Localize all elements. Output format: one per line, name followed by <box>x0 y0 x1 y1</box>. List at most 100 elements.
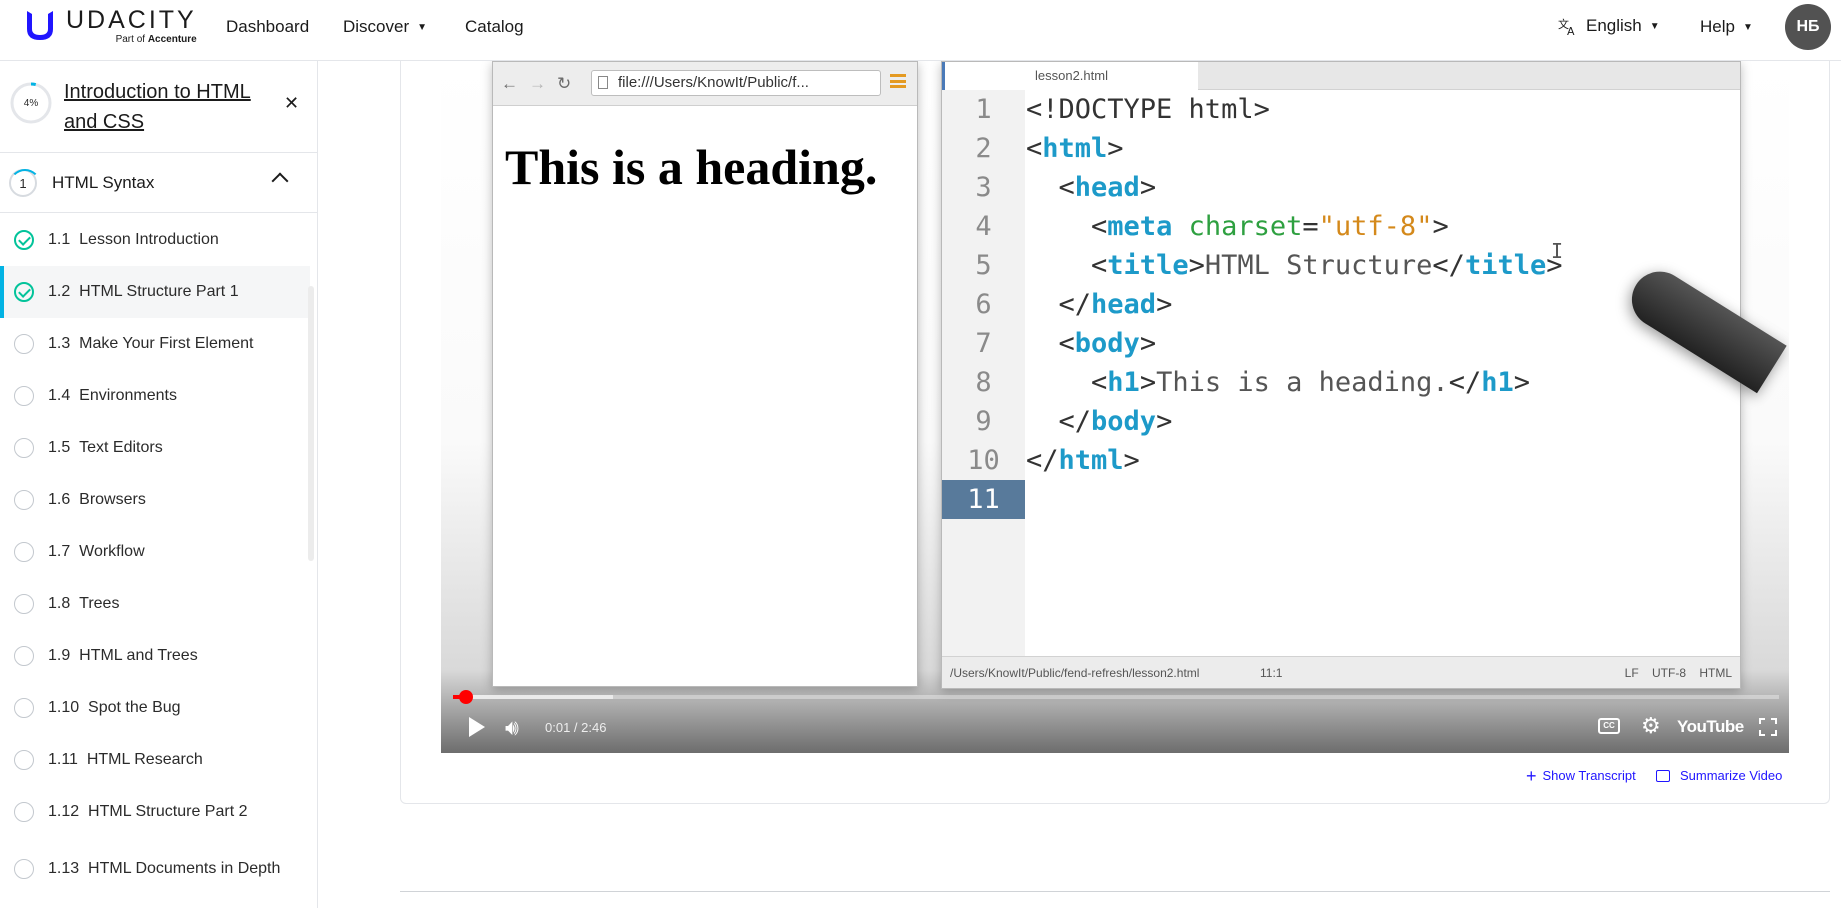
check-circle-icon <box>14 230 34 250</box>
volume-icon[interactable]: 🔊︎ <box>505 715 519 741</box>
gear-icon[interactable]: ⚙ <box>1641 713 1661 739</box>
video-player[interactable]: ← → ↻ file:///Users/KnowIt/Public/f... T… <box>441 61 1789 753</box>
course-title-link[interactable]: Introduction to HTML and CSS <box>64 77 284 137</box>
empty-circle-icon <box>14 698 34 718</box>
concept-label: 1.4 Environments <box>48 387 177 404</box>
concept-number: 1.11 <box>48 751 78 768</box>
sidebar-concept-item[interactable]: 1.3 Make Your First Element <box>0 318 310 370</box>
language-selector[interactable]: 文 A English ▼ <box>1558 16 1660 36</box>
code-line: 2 <html> <box>975 133 1124 164</box>
document-icon <box>598 76 608 89</box>
chevron-up-icon[interactable] <box>271 172 289 190</box>
concept-number: 1.2 <box>48 283 71 300</box>
show-transcript-button[interactable]: + Show Transcript <box>1526 765 1636 786</box>
empty-circle-icon <box>14 802 34 822</box>
concept-label: 1.9 HTML and Trees <box>48 647 198 664</box>
code-line: 7 <body> <box>975 328 1157 359</box>
concept-label: 1.8 Trees <box>48 595 120 612</box>
concept-number: 1.7 <box>48 543 71 560</box>
reload-icon: ↻ <box>557 74 572 93</box>
concept-number: 1.3 <box>48 335 71 352</box>
user-avatar[interactable]: НБ <box>1785 4 1831 50</box>
fullscreen-icon[interactable] <box>1759 718 1777 736</box>
seek-handle[interactable] <box>459 690 473 704</box>
concept-label: 1.7 Workflow <box>48 543 145 560</box>
nav-dashboard[interactable]: Dashboard <box>226 17 309 37</box>
concept-number: 1.4 <box>48 387 71 404</box>
concept-number: 1.10 <box>48 699 80 716</box>
caret-down-icon: ▼ <box>1742 21 1753 33</box>
summarize-video-button[interactable]: Summarize Video <box>1656 768 1782 783</box>
captions-icon[interactable]: CC <box>1598 718 1620 734</box>
code-line: 3 <head> <box>975 172 1157 203</box>
sidebar-concept-item[interactable]: 1.6 Browsers <box>0 474 310 526</box>
sidebar-concept-item[interactable]: 1.11 HTML Research <box>0 734 310 786</box>
concept-label: 1.3 Make Your First Element <box>48 335 254 352</box>
rendered-heading: This is a heading. <box>505 139 878 195</box>
sidebar-scrollbar[interactable] <box>308 286 314 561</box>
browser-url-bar: file:///Users/KnowIt/Public/f... <box>591 70 881 96</box>
play-icon[interactable] <box>469 717 485 737</box>
sidebar-concept-item[interactable]: 1.5 Text Editors <box>0 422 310 474</box>
editor-tab: lesson2.html <box>942 62 1198 90</box>
code-line: 5 <title>HTML Structure</title> <box>975 250 1563 281</box>
udacity-logo[interactable]: UDACITY Part of Accenture <box>24 6 197 46</box>
seek-bar[interactable] <box>453 695 1779 699</box>
concept-label: 1.12 HTML Structure Part 2 <box>48 803 248 820</box>
close-icon[interactable]: ✕ <box>284 93 299 114</box>
concept-label: 1.13 HTML Documents in Depth <box>48 860 281 877</box>
code-line: 1 <!DOCTYPE html> <box>975 94 1270 125</box>
sidebar-concept-item[interactable]: 1.9 HTML and Trees <box>0 630 310 682</box>
code-line-current: 11 <box>942 480 1740 519</box>
plus-icon: + <box>1526 765 1537 786</box>
code-line: 4 <meta charset="utf-8"> <box>975 211 1449 242</box>
nav-discover[interactable]: Discover ▼ <box>343 17 427 37</box>
sidebar-concept-item[interactable]: 1.10 Spot the Bug <box>0 682 310 734</box>
concept-number: 1.9 <box>48 647 71 664</box>
help-menu[interactable]: Help ▼ <box>1700 17 1753 37</box>
sidebar-concept-item[interactable]: 1.8 Trees <box>0 578 310 630</box>
sidebar-concept-item[interactable]: 1.13 HTML Documents in Depth <box>0 838 310 900</box>
code-line: 9 </body> <box>975 406 1173 437</box>
caret-down-icon: ▼ <box>417 21 428 33</box>
language-label: English <box>1586 16 1642 35</box>
status-path: /Users/KnowIt/Public/fend-refresh/lesson… <box>950 666 1200 680</box>
chat-bubble-icon <box>1656 769 1670 782</box>
hamburger-menu-icon <box>890 74 906 88</box>
youtube-logo[interactable]: YouTube <box>1677 717 1744 737</box>
code-line: 8 <h1>This is a heading.</h1> <box>975 367 1530 398</box>
lesson-header[interactable]: 1 HTML Syntax <box>0 153 317 213</box>
forward-arrow-icon: → <box>529 74 546 93</box>
code-line: 10 </html> <box>967 445 1140 476</box>
video-code-editor: lesson2.html 1 <!DOCTYPE html> 2 <html> 3 … <box>941 61 1741 689</box>
empty-circle-icon <box>14 334 34 354</box>
concept-label: 1.2 HTML Structure Part 1 <box>48 283 239 300</box>
top-navbar: UDACITY Part of Accenture Dashboard Disc… <box>0 0 1841 61</box>
sidebar-concept-item[interactable]: 1.4 Environments <box>0 370 310 422</box>
sidebar-concept-item[interactable]: 1.1 Lesson Introduction <box>0 214 310 266</box>
empty-circle-icon <box>14 594 34 614</box>
empty-circle-icon <box>14 490 34 510</box>
status-encoding: LF UTF-8 HTML <box>1624 666 1732 680</box>
lesson-title: HTML Syntax <box>52 173 155 192</box>
svg-text:A: A <box>1567 25 1575 36</box>
divider <box>400 891 1830 892</box>
lesson-number: 1 <box>9 169 41 197</box>
concept-label: 1.6 Browsers <box>48 491 146 508</box>
sidebar-concept-item[interactable]: 1.12 HTML Structure Part 2 <box>0 786 310 838</box>
check-circle-icon <box>14 282 34 302</box>
video-browser-window: ← → ↻ file:///Users/KnowIt/Public/f... T… <box>492 61 918 687</box>
sidebar-concept-item[interactable]: 1.7 Workflow <box>0 526 310 578</box>
back-arrow-icon: ← <box>501 74 518 93</box>
translate-icon: 文 A <box>1558 17 1575 36</box>
nav-catalog[interactable]: Catalog <box>465 17 524 37</box>
sidebar-concept-item[interactable]: 1.2 HTML Structure Part 1 <box>0 266 310 318</box>
concept-label: 1.5 Text Editors <box>48 439 163 456</box>
code-line: 6 </head> <box>975 289 1173 320</box>
course-progress-ring: 4% <box>9 81 53 125</box>
concept-number: 1.12 <box>48 803 80 820</box>
video-controls: 🔊︎ 0:01 / 2:46 CC ⚙ YouTube <box>441 690 1789 753</box>
logo-wordmark: UDACITY <box>66 6 197 34</box>
video-time: 0:01 / 2:46 <box>545 720 607 735</box>
concept-label: 1.1 Lesson Introduction <box>48 231 219 248</box>
